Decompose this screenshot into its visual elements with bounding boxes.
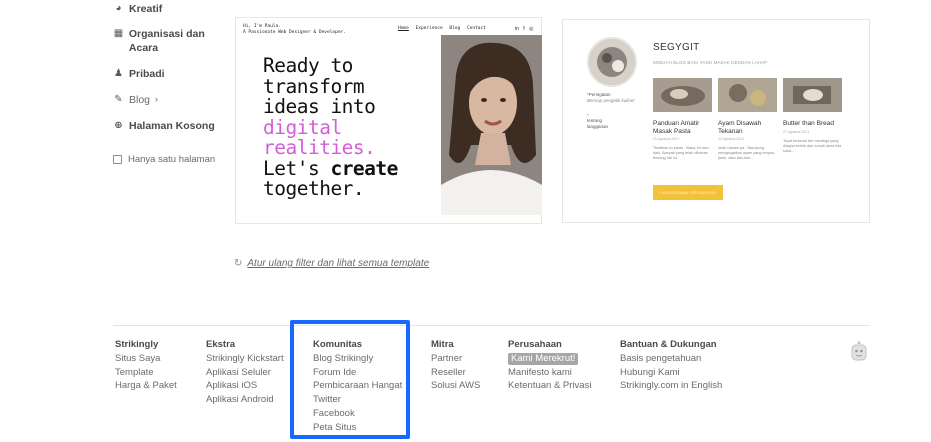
paula-nav: Home Experience Blog Contact [398, 26, 490, 31]
footer-col-strikingly: Strikingly Situs Saya Template Harga & P… [115, 338, 177, 393]
footer-link-ketentuan-privasi[interactable]: Ketentuan & Privasi [508, 379, 591, 393]
hero-line-2: transform [263, 74, 365, 98]
chevron-right-icon: › [155, 94, 159, 104]
footer-link-aplikasi-android[interactable]: Aplikasi Android [206, 393, 284, 407]
hero-line-3: ideas into [263, 95, 376, 118]
footer-link-situs-saya[interactable]: Situs Saya [115, 352, 177, 366]
sidebar-item-organisasi[interactable]: ▦ Organisasi dan Acara [113, 28, 223, 55]
reset-filter-text[interactable]: Atur ulang filter dan lihat semua templa… [247, 258, 429, 269]
paula-nav-blog: Blog [449, 26, 461, 31]
highlight-annotation-box [290, 320, 410, 439]
paula-nav-home: Home [398, 26, 409, 31]
segygit-left-tag2: langganan [587, 124, 609, 129]
footer-link-aplikasi-ios[interactable]: Aplikasi iOS [206, 379, 284, 393]
segygit-button-label: LANGGANAN SEKARANG [659, 190, 717, 195]
sidebar-item-halaman-kosong[interactable]: ⊕ Halaman Kosong [113, 120, 214, 133]
post-1-title: Panduan Amatir Masak Pasta [653, 120, 700, 135]
paula-header: Hi, I'm Paula. A Passionate Web Designer… [243, 24, 346, 36]
footer-link-kami-merekrut[interactable]: Kami Merekrut! [508, 352, 591, 366]
paula-nav-contact: Contact [466, 26, 486, 31]
segygit-post-2: Ayam Disawah Tekanan 22 Agustus 2021 Iol… [718, 78, 777, 161]
footer-col-perusahaan: Perusahaan Kami Merekrut! Manifesto kami… [508, 338, 591, 393]
footer-link-harga-paket[interactable]: Harga & Paket [115, 379, 177, 393]
palette-icon: ◕ [115, 3, 122, 14]
footer-link-kickstart[interactable]: Strikingly Kickstart [206, 352, 284, 366]
footer-link-reseller[interactable]: Reseller [431, 366, 480, 380]
post-2-body: Iolah rakaan pa · Nampung mengingatkan a… [718, 146, 775, 160]
sidebar-item-pribadi[interactable]: ♟ Pribadi [113, 68, 165, 81]
footer-link-manifesto[interactable]: Manifesto kami [508, 366, 591, 380]
hiring-badge[interactable]: Kami Merekrut! [508, 352, 579, 365]
post-3-image [783, 78, 842, 112]
footer-link-partner[interactable]: Partner [431, 352, 480, 366]
segygit-post-1: Panduan Amatir Masak Pasta 21 Agustus 20… [653, 78, 712, 161]
hero-line-5: realities. [263, 136, 376, 159]
refresh-icon: ↻ [234, 258, 243, 269]
footer-link-solusi-aws[interactable]: Solusi AWS [431, 379, 480, 393]
footer-col-ekstra: Ekstra Strikingly Kickstart Aplikasi Sel… [206, 338, 284, 407]
template-card-segygit[interactable]: SEGYGIT SEBUAH BLOG BAGI YANG MASAK DENG… [562, 19, 870, 223]
instagram-icon: ◎ [529, 26, 534, 32]
paula-portrait-image [441, 35, 542, 215]
plus-circle-icon: ⊕ [114, 120, 123, 131]
segygit-post-3: Butter than Bread 27 Agustus 2021 Tepat … [783, 78, 842, 154]
facebook-icon: f [523, 26, 525, 32]
footer-link-aplikasi-seluler[interactable]: Aplikasi Seluler [206, 366, 284, 380]
reset-filter-link[interactable]: ↻ Atur ulang filter dan lihat semua temp… [234, 258, 429, 269]
footer-divider [113, 325, 870, 326]
footer-heading-ekstra: Ekstra [206, 339, 236, 350]
segygit-avatar [587, 37, 637, 87]
paula-social: in f ◎ [515, 26, 536, 32]
strikingly-logo-icon [849, 339, 869, 363]
calendar-icon: ▦ [113, 28, 124, 39]
post-1-meta: 21 Agustus 2021 [653, 137, 680, 141]
footer-heading-mitra: Mitra [431, 339, 454, 350]
post-2-title: Ayam Disawah Tekanan [718, 120, 762, 135]
segygit-title: SEGYGIT [653, 42, 700, 53]
post-3-body: Tepat terkenal ber mentega yang dilapisi… [783, 138, 842, 153]
post-2-image [718, 78, 777, 112]
segygit-subscribe-button: LANGGANAN SEKARANG [653, 185, 723, 200]
pen-icon: ✎ [114, 94, 123, 105]
footer-link-template[interactable]: Template [115, 366, 177, 380]
footer-heading-strikingly: Strikingly [115, 339, 159, 350]
single-page-filter[interactable]: Hanya satu halaman [113, 153, 215, 166]
sidebar-item-kreatif[interactable]: ◕ Kreatif [113, 3, 162, 16]
post-1-image [653, 78, 712, 112]
segygit-sidebar: *Peringatan Bersiap pengeliti kulinel ▪ … [587, 92, 647, 130]
template-card-paula[interactable]: Hi, I'm Paula. A Passionate Web Designer… [235, 17, 542, 224]
post-2-meta: 22 Agustus 2021 [718, 137, 745, 141]
footer-heading-perusahaan: Perusahaan [508, 339, 562, 350]
footer-heading-bantuan: Bantuan & Dukungan [620, 339, 717, 350]
footer-col-mitra: Mitra Partner Reseller Solusi AWS [431, 338, 480, 393]
post-1-body: Tindakan tu pasta · Basa, Ini dan daki. … [653, 146, 709, 160]
paula-nav-experience: Experience [415, 26, 443, 31]
segygit-subtitle: SEBUAH BLOG BAGI YANG MASAK DENGAN LAHAP [653, 60, 768, 65]
footer-link-english[interactable]: Strikingly.com in English [620, 379, 722, 393]
post-3-title: Butter than Bread [783, 120, 834, 127]
single-page-checkbox[interactable] [113, 155, 122, 164]
paula-hero-text: Ready to transform ideas into digital re… [263, 54, 398, 200]
sidebar-item-blog[interactable]: ✎ Blog › [113, 94, 158, 107]
paula-header-line2: A Passionate Web Designer & Developer. [243, 30, 346, 35]
footer-link-basis-pengetahuan[interactable]: Basis pengetahuan [620, 352, 722, 366]
footer-col-bantuan: Bantuan & Dukungan Basis pengetahuan Hub… [620, 338, 722, 393]
post-3-meta: 27 Agustus 2021 [783, 129, 810, 134]
hero-line-7: together. [263, 177, 365, 200]
footer-link-hubungi-kami[interactable]: Hubungi Kami [620, 366, 722, 380]
hero-line-1: Ready to [263, 54, 353, 77]
hero-line-6: Let's create [263, 158, 398, 180]
linkedin-icon: in [515, 26, 519, 32]
person-icon: ♟ [114, 68, 123, 79]
hero-line-4: digital [263, 115, 342, 139]
